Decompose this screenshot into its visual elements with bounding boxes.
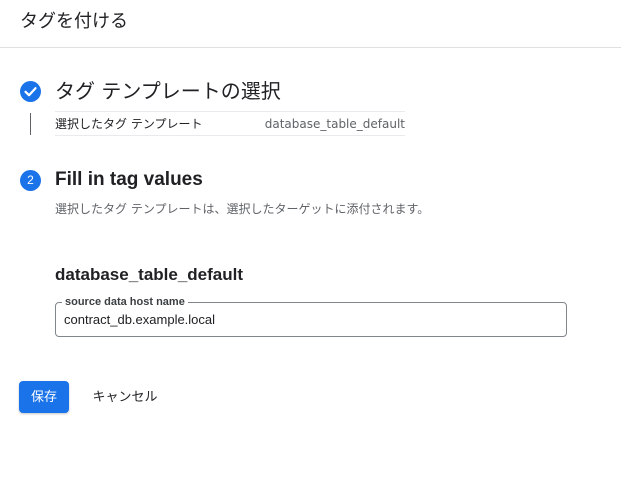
field-label: source data host name <box>62 295 188 309</box>
step-connector <box>30 113 31 135</box>
selected-template-summary: 選択したタグ テンプレート database_table_default <box>55 111 405 136</box>
check-circle-icon <box>20 81 41 102</box>
summary-value: database_table_default <box>264 117 405 131</box>
step-2-description: 選択したタグ テンプレートは、選択したターゲットに添付されます。 <box>55 202 430 216</box>
source-data-host-name-field[interactable]: source data host name <box>55 295 567 337</box>
dialog-header: タグを付ける <box>0 0 621 48</box>
step-1-title[interactable]: タグ テンプレートの選択 <box>55 78 281 104</box>
cancel-button[interactable]: キャンセル <box>84 381 166 413</box>
step-2-title: Fill in tag values <box>55 169 203 190</box>
page-title: タグを付ける <box>20 11 128 32</box>
summary-label: 選択したタグ テンプレート <box>55 117 203 131</box>
source-data-host-name-input[interactable] <box>64 311 554 329</box>
step-2-number-badge: 2 <box>20 170 41 191</box>
template-name-heading: database_table_default <box>55 265 244 284</box>
save-button[interactable]: 保存 <box>19 381 69 413</box>
